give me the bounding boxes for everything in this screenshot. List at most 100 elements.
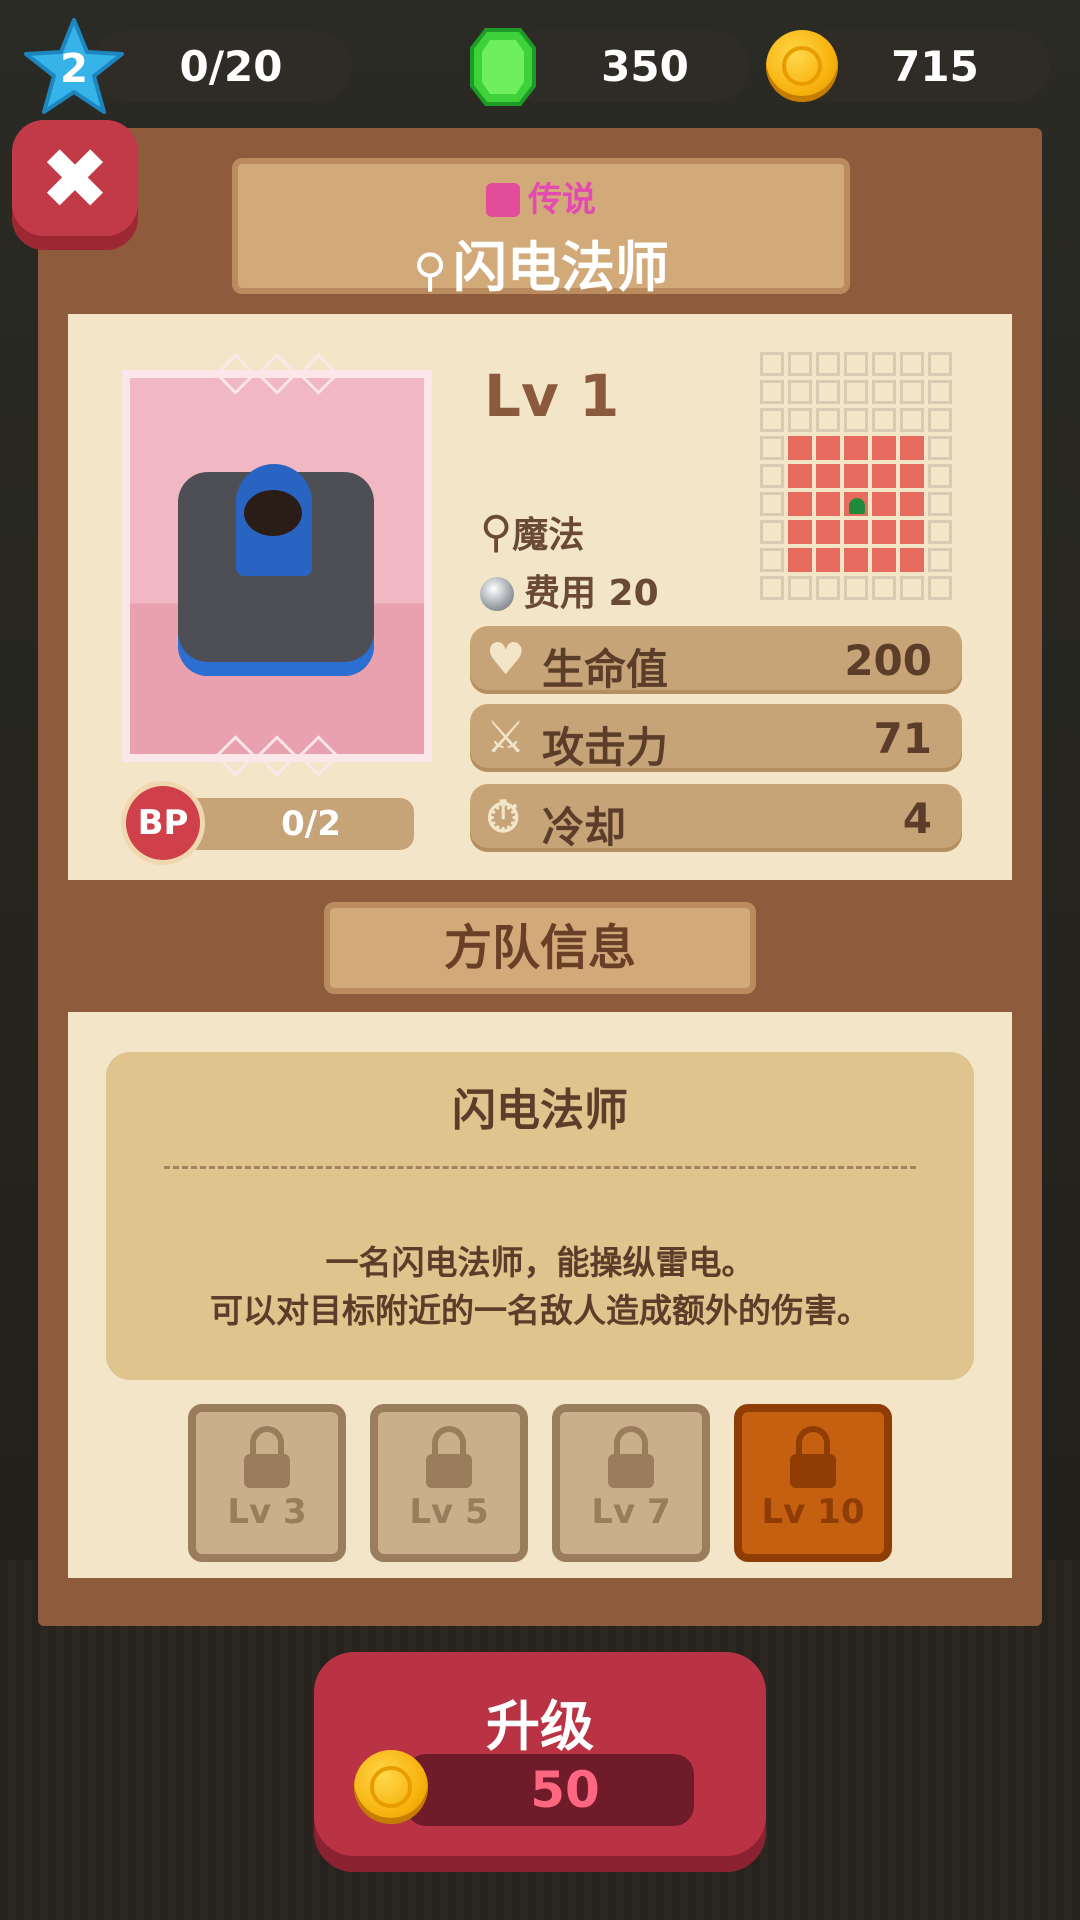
range-cell bbox=[872, 380, 896, 404]
unit-name-text: 闪电法师 bbox=[452, 236, 669, 299]
skill-level: Lv 3 bbox=[227, 1492, 307, 1532]
lock-icon bbox=[432, 1426, 466, 1454]
range-cell bbox=[928, 520, 952, 544]
range-cell bbox=[900, 436, 924, 460]
range-cell bbox=[760, 492, 784, 516]
skill-slot-lv3[interactable]: Lv 3 bbox=[188, 1404, 346, 1562]
range-cell bbox=[844, 352, 868, 376]
range-cell bbox=[760, 436, 784, 460]
description-box: 闪电法师 一名闪电法师，能操纵雷电。 可以对目标附近的一名敌人造成额外的伤害。 bbox=[106, 1052, 974, 1380]
rarity-text: 传说 bbox=[528, 180, 596, 220]
unit-cost-text: 费用 20 bbox=[524, 573, 659, 614]
skill-level: Lv 7 bbox=[591, 1492, 671, 1532]
bp-label: BP bbox=[137, 803, 189, 843]
range-cell bbox=[816, 352, 840, 376]
range-cell bbox=[928, 436, 952, 460]
stat-value: 71 bbox=[873, 714, 932, 763]
bp-progress-bar: 0/2 bbox=[188, 798, 414, 850]
range-cell bbox=[816, 408, 840, 432]
stat-label: 生命值 bbox=[542, 645, 669, 694]
close-icon: ✖ bbox=[39, 130, 111, 228]
range-cell bbox=[760, 576, 784, 600]
stat-attack: ⚔ 攻击力 71 bbox=[470, 704, 962, 772]
unit-level: Lv 1 bbox=[484, 362, 620, 430]
price-coin-icon bbox=[354, 1750, 428, 1824]
range-cell bbox=[872, 464, 896, 488]
unit-type-text: 魔法 bbox=[512, 515, 585, 556]
stat-hp: ♥ 生命值 200 bbox=[470, 626, 962, 694]
gem-icon bbox=[470, 28, 536, 106]
skill-level: Lv 10 bbox=[761, 1492, 865, 1532]
stat-value: 200 bbox=[844, 636, 932, 685]
exp-bar: 0/20 bbox=[90, 30, 352, 102]
range-cell bbox=[928, 380, 952, 404]
heart-icon: ♥ bbox=[486, 634, 526, 685]
skill-slot-lv10[interactable]: Lv 10 bbox=[734, 1404, 892, 1562]
range-cell bbox=[816, 380, 840, 404]
range-cell bbox=[760, 464, 784, 488]
range-cell bbox=[788, 408, 812, 432]
timer-icon: ⏱ bbox=[486, 792, 521, 843]
range-cell bbox=[900, 408, 924, 432]
range-cell bbox=[816, 464, 840, 488]
range-cell bbox=[788, 436, 812, 460]
close-button[interactable]: ✖ bbox=[12, 120, 138, 250]
range-cell bbox=[872, 492, 896, 516]
bp-value: 0/2 bbox=[281, 804, 341, 844]
coin-icon bbox=[766, 30, 838, 102]
stat-label: 冷却 bbox=[542, 803, 627, 852]
cost-coin-icon bbox=[480, 577, 514, 611]
player-level: 2 bbox=[60, 46, 88, 92]
range-cell bbox=[816, 436, 840, 460]
section-title-plate: 方队信息 bbox=[324, 902, 756, 994]
description-text: 一名闪电法师，能操纵雷电。 可以对目标附近的一名敌人造成额外的伤害。 bbox=[106, 1239, 974, 1335]
unit-name: ⚲ 闪电法师 bbox=[238, 223, 844, 302]
unit-cost: 费用 20 bbox=[480, 564, 659, 616]
portrait-ornament-top: ◇◇◇ bbox=[214, 338, 340, 401]
range-unit-cell bbox=[844, 492, 868, 516]
range-cell bbox=[928, 492, 952, 516]
skill-slot-lv5[interactable]: Lv 5 bbox=[370, 1404, 528, 1562]
description-line: 可以对目标附近的一名敌人造成额外的伤害。 bbox=[210, 1291, 870, 1330]
range-cell bbox=[900, 464, 924, 488]
skill-slot-lv7[interactable]: Lv 7 bbox=[552, 1404, 710, 1562]
range-cell bbox=[900, 576, 924, 600]
unit-title-plate: 传说 ⚲ 闪电法师 bbox=[232, 158, 850, 299]
range-cell bbox=[872, 352, 896, 376]
range-cell bbox=[844, 436, 868, 460]
sword-icon: ⚔ bbox=[486, 712, 526, 763]
range-cell bbox=[816, 576, 840, 600]
range-cell bbox=[788, 492, 812, 516]
range-cell bbox=[844, 576, 868, 600]
range-cell bbox=[872, 436, 896, 460]
player-level-star-icon: 2 bbox=[24, 18, 124, 114]
range-cell bbox=[760, 548, 784, 572]
range-cell bbox=[788, 380, 812, 404]
range-cell bbox=[788, 352, 812, 376]
range-cell bbox=[928, 352, 952, 376]
range-cell bbox=[788, 548, 812, 572]
range-cell bbox=[760, 380, 784, 404]
skill-level: Lv 5 bbox=[409, 1492, 489, 1532]
gem-counter[interactable]: 350 bbox=[500, 30, 750, 102]
magic-type-icon: ⚲ bbox=[413, 243, 447, 297]
range-cell bbox=[900, 520, 924, 544]
range-cell bbox=[816, 548, 840, 572]
portrait-ornament-bottom: ◇◇◇ bbox=[214, 720, 340, 783]
range-cell bbox=[900, 380, 924, 404]
range-cell bbox=[788, 576, 812, 600]
upgrade-label: 升级 bbox=[486, 1695, 594, 1758]
magic-icon: ⚲ bbox=[480, 507, 513, 558]
range-cell bbox=[788, 464, 812, 488]
coin-count: 715 bbox=[891, 41, 979, 91]
range-cell bbox=[928, 408, 952, 432]
upgrade-price-bar: 50 bbox=[406, 1754, 694, 1826]
range-cell bbox=[872, 548, 896, 572]
rarity-label: 传说 bbox=[238, 172, 844, 221]
range-cell bbox=[760, 352, 784, 376]
range-cell bbox=[788, 520, 812, 544]
range-cell bbox=[844, 548, 868, 572]
description-divider bbox=[164, 1166, 916, 1169]
description-title: 闪电法师 bbox=[452, 1085, 628, 1136]
upgrade-price: 50 bbox=[530, 1761, 600, 1819]
